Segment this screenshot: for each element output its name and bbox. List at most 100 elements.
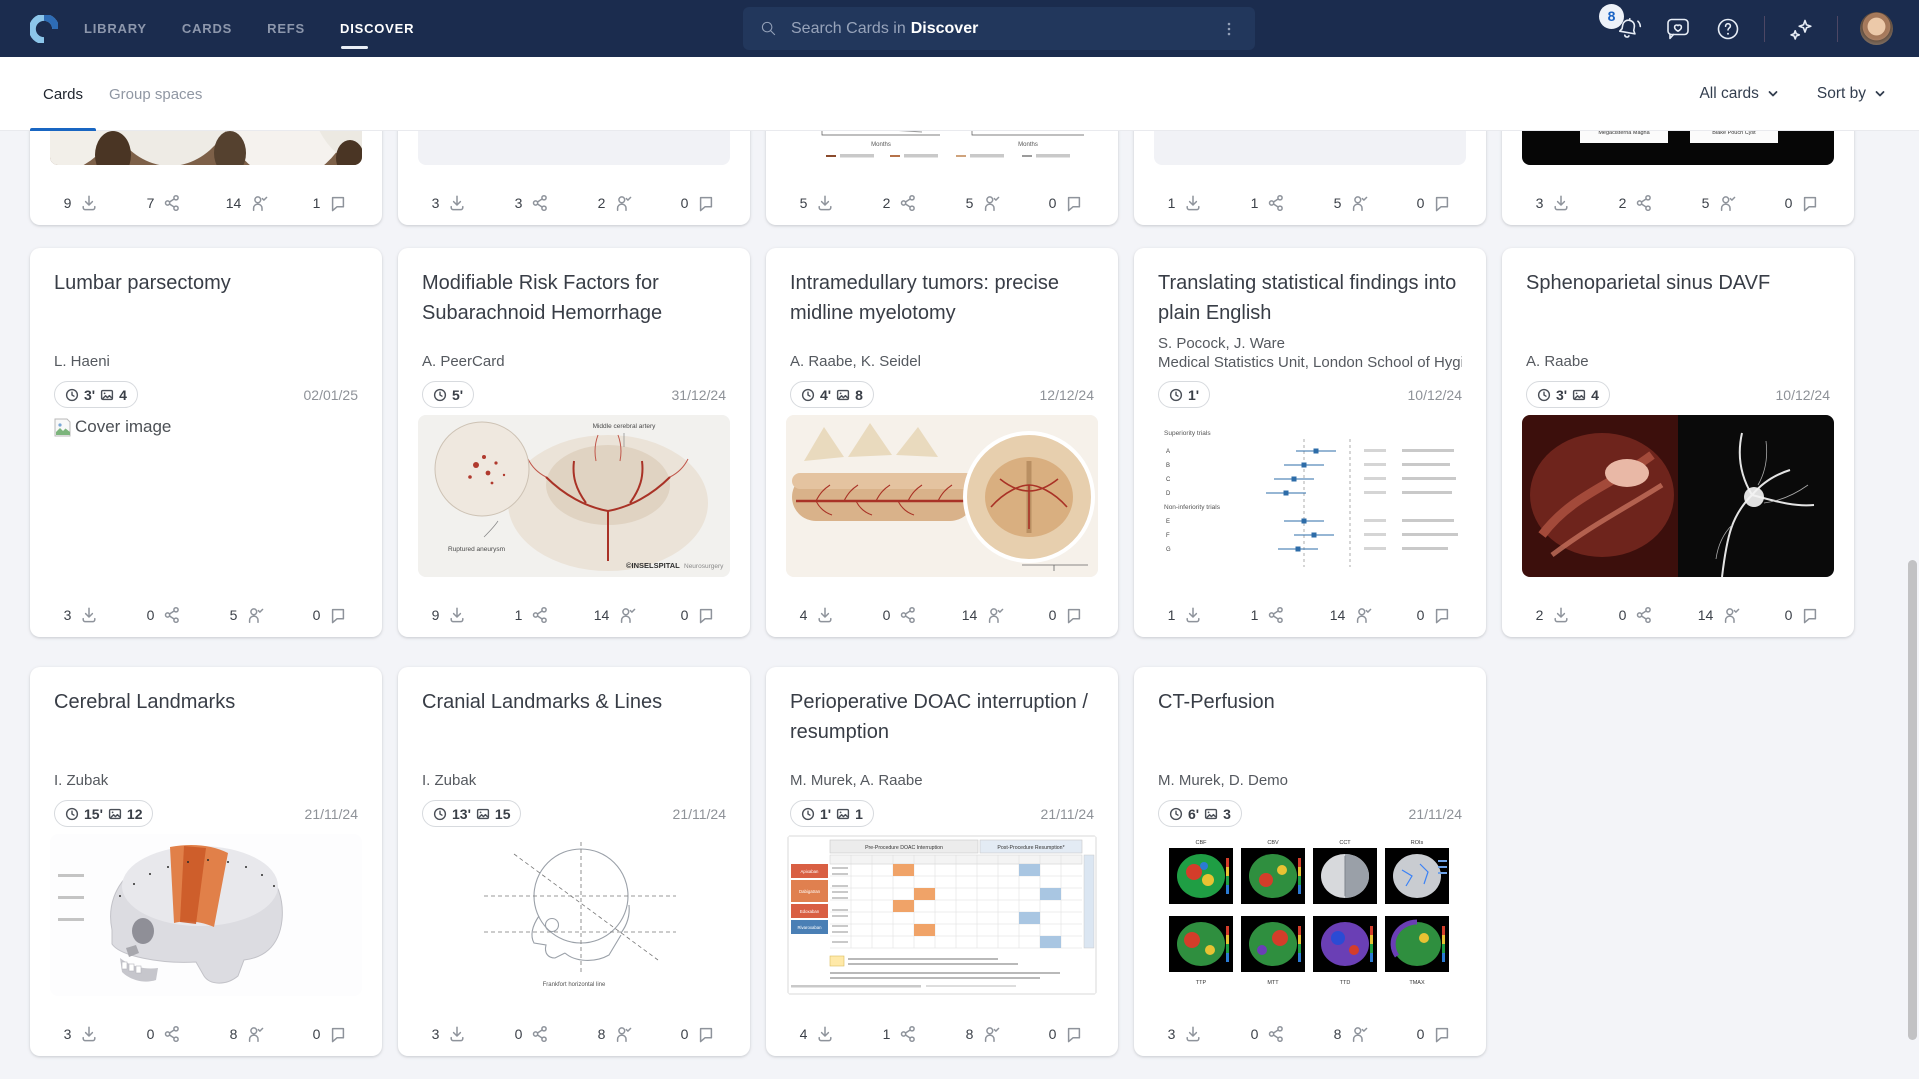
downloads-stat[interactable]: 1 bbox=[1144, 595, 1227, 635]
downloads-stat[interactable]: 3 bbox=[408, 183, 491, 223]
cover-thumbnail: CBF CBV CCT ROIs bbox=[1154, 834, 1466, 996]
download-icon bbox=[815, 1024, 835, 1044]
shares-stat[interactable]: 0 bbox=[123, 595, 206, 635]
main-nav: LIBRARY CARDS REFS DISCOVER bbox=[84, 0, 414, 57]
downloads-stat[interactable]: 9 bbox=[40, 183, 123, 223]
nav-library[interactable]: LIBRARY bbox=[84, 0, 147, 57]
feedback-button[interactable] bbox=[1664, 15, 1692, 43]
nav-cards[interactable]: CARDS bbox=[182, 0, 232, 57]
nav-discover[interactable]: DISCOVER bbox=[340, 0, 414, 57]
downloads-stat[interactable]: 3 bbox=[408, 1014, 491, 1054]
members-stat[interactable]: 14 bbox=[942, 595, 1025, 635]
shares-stat[interactable]: 0 bbox=[1227, 1014, 1310, 1054]
help-button[interactable] bbox=[1714, 15, 1742, 43]
comments-stat[interactable]: 0 bbox=[657, 595, 740, 635]
downloads-stat[interactable]: 5 bbox=[776, 183, 859, 223]
comments-stat[interactable]: 0 bbox=[1393, 183, 1476, 223]
nav-refs[interactable]: REFS bbox=[267, 0, 305, 57]
card[interactable]: CT-Perfusion M. Murek, D. Demo 6' 3 21/1… bbox=[1134, 667, 1486, 1056]
tab-group-spaces[interactable]: Group spaces bbox=[96, 57, 215, 131]
shares-stat[interactable]: 0 bbox=[859, 595, 942, 635]
card[interactable]: Cranial Landmarks & Lines I. Zubak 13' 1… bbox=[398, 667, 750, 1056]
card-stats: 3 2 5 0 bbox=[1512, 183, 1844, 223]
comments-stat[interactable]: 0 bbox=[1761, 595, 1844, 635]
app-logo-icon[interactable] bbox=[30, 15, 58, 43]
downloads-stat[interactable]: 1 bbox=[1144, 183, 1227, 223]
shares-stat[interactable]: 1 bbox=[491, 595, 574, 635]
tab-cards[interactable]: Cards bbox=[30, 57, 96, 131]
card[interactable]: Cerebral Landmarks I. Zubak 15' 12 21/11… bbox=[30, 667, 382, 1056]
comments-stat[interactable]: 0 bbox=[1393, 1014, 1476, 1054]
members-stat[interactable]: 5 bbox=[1310, 183, 1393, 223]
card[interactable]: 9 7 14 1 bbox=[30, 131, 382, 225]
card[interactable]: 3 3 2 0 bbox=[398, 131, 750, 225]
shares-stat[interactable]: 0 bbox=[1595, 595, 1678, 635]
members-stat[interactable]: 14 bbox=[206, 183, 289, 223]
comments-stat[interactable]: 0 bbox=[289, 595, 372, 635]
comments-stat[interactable]: 0 bbox=[1761, 183, 1844, 223]
members-stat[interactable]: 14 bbox=[574, 595, 657, 635]
notifications-button[interactable]: 8 bbox=[1614, 15, 1642, 43]
svg-text:Apixaban: Apixaban bbox=[801, 869, 820, 874]
card[interactable]: Translating statistical findings into pl… bbox=[1134, 248, 1486, 637]
members-count: 14 bbox=[226, 195, 242, 211]
clock-icon bbox=[1537, 388, 1551, 402]
card-date: 21/11/24 bbox=[1409, 806, 1462, 822]
downloads-stat[interactable]: 9 bbox=[408, 595, 491, 635]
members-stat[interactable]: 8 bbox=[942, 1014, 1025, 1054]
filter-dropdown[interactable]: All cards bbox=[1699, 85, 1778, 103]
members-stat[interactable]: 14 bbox=[1678, 595, 1761, 635]
members-count: 14 bbox=[1330, 607, 1346, 623]
card-date: 21/11/24 bbox=[305, 806, 358, 822]
shares-stat[interactable]: 7 bbox=[123, 183, 206, 223]
shares-stat[interactable]: 1 bbox=[859, 1014, 942, 1054]
card[interactable]: Months Months 5 2 5 0 bbox=[766, 131, 1118, 225]
comments-stat[interactable]: 0 bbox=[1025, 1014, 1108, 1054]
card[interactable]: Lumbar parsectomy L. Haeni 3' 4 02/01/25 bbox=[30, 248, 382, 637]
shares-stat[interactable]: 1 bbox=[1227, 595, 1310, 635]
comments-stat[interactable]: 0 bbox=[289, 1014, 372, 1054]
search-input[interactable]: Search Cards in Discover bbox=[743, 7, 1255, 50]
comments-stat[interactable]: 0 bbox=[657, 183, 740, 223]
shares-stat[interactable]: 2 bbox=[859, 183, 942, 223]
members-stat[interactable]: 2 bbox=[574, 183, 657, 223]
card-row: Lumbar parsectomy L. Haeni 3' 4 02/01/25 bbox=[30, 248, 1854, 637]
members-stat[interactable]: 14 bbox=[1310, 595, 1393, 635]
members-stat[interactable]: 8 bbox=[1310, 1014, 1393, 1054]
downloads-stat[interactable]: 3 bbox=[1144, 1014, 1227, 1054]
downloads-stat[interactable]: 3 bbox=[40, 595, 123, 635]
comments-stat[interactable]: 0 bbox=[657, 1014, 740, 1054]
members-stat[interactable]: 5 bbox=[942, 183, 1025, 223]
members-stat[interactable]: 5 bbox=[1678, 183, 1761, 223]
comments-count: 0 bbox=[1785, 195, 1793, 211]
card[interactable]: Modifiable Risk Factors for Subarachnoid… bbox=[398, 248, 750, 637]
shares-stat[interactable]: 3 bbox=[491, 183, 574, 223]
comments-stat[interactable]: 0 bbox=[1025, 183, 1108, 223]
user-avatar[interactable] bbox=[1860, 12, 1893, 45]
comments-stat[interactable]: 0 bbox=[1025, 595, 1108, 635]
downloads-stat[interactable]: 4 bbox=[776, 595, 859, 635]
search-options-kebab-icon[interactable] bbox=[1219, 19, 1239, 39]
comments-stat[interactable]: 0 bbox=[1393, 595, 1476, 635]
members-stat[interactable]: 8 bbox=[206, 1014, 289, 1054]
card[interactable]: Intramedullary tumors: precise midline m… bbox=[766, 248, 1118, 637]
shares-stat[interactable]: 1 bbox=[1227, 183, 1310, 223]
scrollbar-thumb[interactable] bbox=[1908, 560, 1917, 1040]
card[interactable]: Megacisterna Magna Blake Pouch Cyst 3 2 … bbox=[1502, 131, 1854, 225]
comments-stat[interactable]: 1 bbox=[289, 183, 372, 223]
survival-curves-thumb: Months Months bbox=[786, 131, 1098, 165]
downloads-stat[interactable]: 3 bbox=[1512, 183, 1595, 223]
card[interactable]: 1 1 5 0 bbox=[1134, 131, 1486, 225]
downloads-stat[interactable]: 4 bbox=[776, 1014, 859, 1054]
card[interactable]: Sphenoparietal sinus DAVF A. Raabe 3' 4 … bbox=[1502, 248, 1854, 637]
downloads-stat[interactable]: 2 bbox=[1512, 595, 1595, 635]
shares-stat[interactable]: 2 bbox=[1595, 183, 1678, 223]
members-stat[interactable]: 8 bbox=[574, 1014, 657, 1054]
downloads-stat[interactable]: 3 bbox=[40, 1014, 123, 1054]
sparkles-button[interactable] bbox=[1787, 15, 1815, 43]
members-stat[interactable]: 5 bbox=[206, 595, 289, 635]
card[interactable]: Perioperative DOAC interruption / resump… bbox=[766, 667, 1118, 1056]
sort-dropdown[interactable]: Sort by bbox=[1817, 85, 1886, 103]
shares-stat[interactable]: 0 bbox=[491, 1014, 574, 1054]
shares-stat[interactable]: 0 bbox=[123, 1014, 206, 1054]
